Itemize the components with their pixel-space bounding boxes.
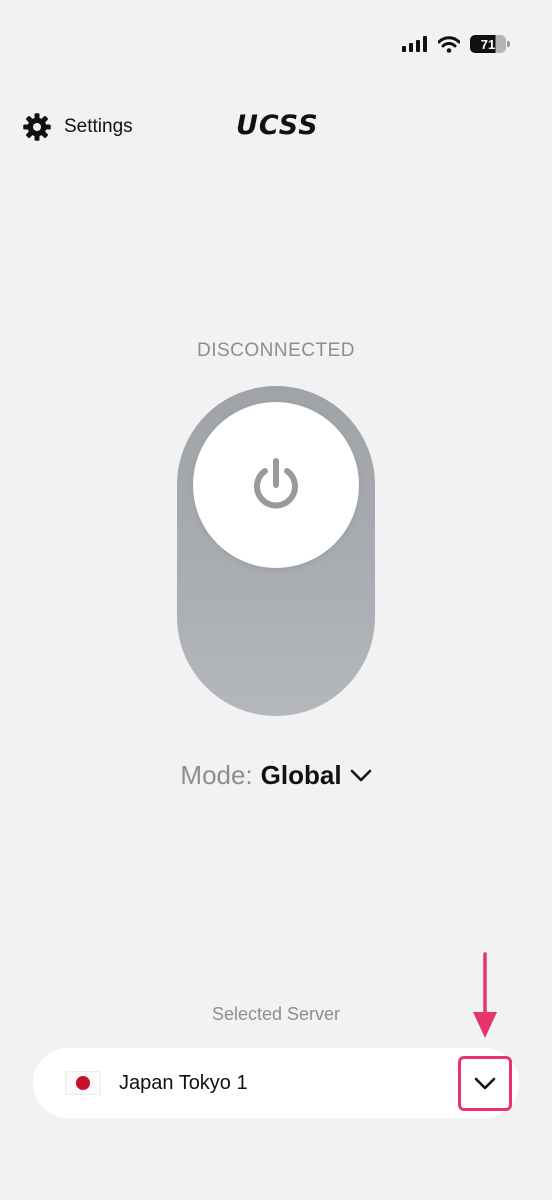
server-selector[interactable]: Japan Tokyo 1 — [33, 1048, 519, 1118]
annotation-arrow-icon — [473, 952, 497, 1038]
gear-icon — [23, 113, 51, 141]
mode-selector[interactable]: Mode: Global — [0, 760, 552, 791]
toggle-knob[interactable] — [193, 402, 359, 568]
signal-icon — [402, 36, 427, 52]
wifi-icon — [438, 35, 460, 53]
chevron-down-icon — [474, 1077, 496, 1089]
chevron-down-icon[interactable] — [350, 769, 372, 783]
server-dropdown-button[interactable] — [458, 1056, 512, 1111]
settings-label: Settings — [64, 116, 133, 137]
connect-toggle[interactable] — [177, 386, 375, 716]
app-screen: 71 Settings UCSS DISCONNECTED Mode: Glob… — [0, 0, 552, 1200]
japan-flag-icon — [65, 1071, 101, 1095]
connection-status: DISCONNECTED — [196, 340, 355, 361]
status-bar: 71 — [402, 32, 510, 56]
app-title: UCSS — [236, 110, 319, 141]
settings-button[interactable]: Settings — [22, 110, 133, 144]
flag-circle — [76, 1076, 90, 1090]
battery-level: 71 — [480, 36, 496, 52]
power-icon — [254, 458, 298, 509]
battery-icon: 71 — [470, 35, 510, 53]
server-name: Japan Tokyo 1 — [119, 1071, 248, 1094]
mode-value[interactable]: Global — [261, 760, 342, 791]
selected-server-caption: Selected Server — [211, 1004, 341, 1024]
mode-label: Mode: — [180, 760, 253, 790]
